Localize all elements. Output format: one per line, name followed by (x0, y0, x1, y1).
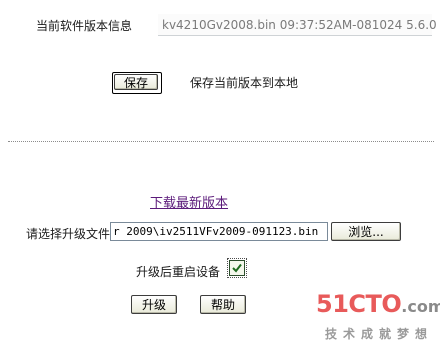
help-button[interactable]: 帮助 (200, 295, 246, 314)
upgrade-file-label: 请选择升级文件 (26, 227, 111, 241)
checkmark-icon (232, 263, 242, 273)
watermark-slogan: 技术成就梦想 (325, 327, 434, 341)
download-latest-version-link[interactable]: 下载最新版本 (150, 192, 228, 211)
current-version-label: 当前软件版本信息 (36, 19, 133, 33)
watermark-logo-suffix: .com (401, 297, 440, 316)
section-divider (8, 141, 434, 142)
browse-button[interactable]: 浏览... (331, 222, 401, 241)
watermark-logo: 51CTO.com (316, 290, 440, 318)
reboot-after-upgrade-checkbox[interactable] (227, 258, 247, 278)
save-description: 保存当前版本到本地 (190, 76, 299, 90)
upgrade-file-input[interactable]: r 2009\iv2511VFv2009-091123.bin (110, 222, 328, 241)
save-button[interactable]: 保存 (114, 74, 158, 90)
upgrade-button[interactable]: 升级 (131, 295, 177, 314)
current-version-value: kv4210Gv2008.bin 09:37:52AM-081024 5.6.0 (158, 14, 437, 36)
reboot-after-upgrade-label: 升级后重启设备 (136, 265, 221, 279)
save-button-focus-frame: 保存 (112, 72, 162, 94)
watermark-logo-main: 51CTO (316, 290, 402, 318)
